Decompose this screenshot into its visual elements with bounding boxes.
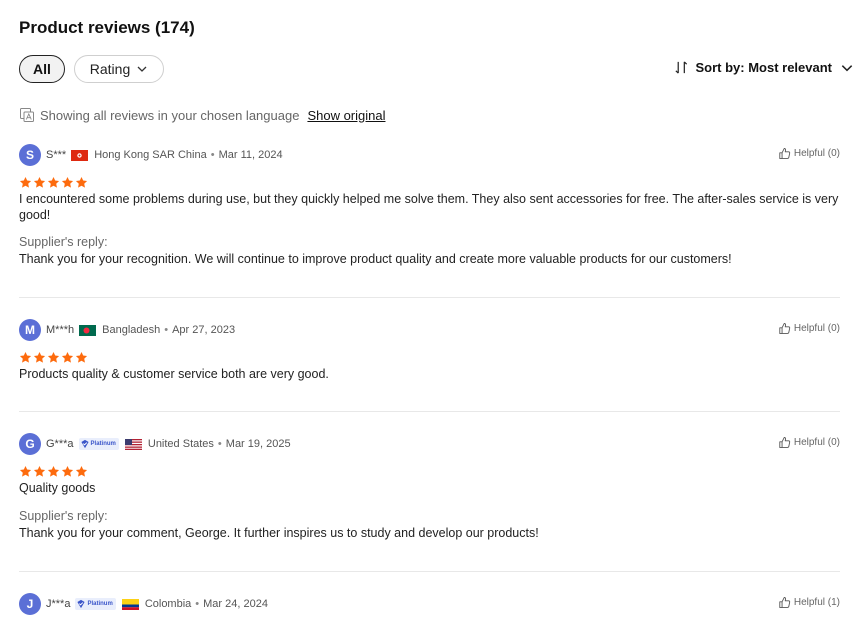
avatar: S <box>19 144 41 166</box>
review-text: Quality goods <box>19 481 96 495</box>
star-icon <box>47 351 60 364</box>
united-states-flag-icon <box>124 438 142 450</box>
chevron-down-icon <box>841 64 853 71</box>
review-date: Mar 24, 2024 <box>203 598 268 610</box>
translate-icon <box>20 108 34 122</box>
filter-all-button[interactable]: All <box>19 55 65 83</box>
star-icon <box>33 351 46 364</box>
star-icon <box>75 465 88 478</box>
reviewer-name: J***a <box>46 598 71 610</box>
review-header: J J***a Platinum Colombia • Mar 24, 2024… <box>19 592 840 616</box>
chevron-down-icon <box>137 66 147 72</box>
reviewer-country: Hong Kong SAR China <box>94 149 207 161</box>
filter-all-label: All <box>33 61 51 77</box>
star-icon <box>47 176 60 189</box>
star-icon <box>33 465 46 478</box>
review-item: M M***h Bangladesh • Apr 27, 2023 Helpfu… <box>19 318 840 383</box>
star-icon <box>61 465 74 478</box>
star-icon <box>61 176 74 189</box>
separator-dot: • <box>164 324 169 336</box>
thumbs-up-icon <box>778 322 791 335</box>
review-header: S S*** Hong Kong SAR China • Mar 11, 202… <box>19 143 840 167</box>
colombia-flag-icon <box>121 598 139 610</box>
star-icon <box>75 176 88 189</box>
reviewer-country: Bangladesh <box>102 324 161 336</box>
star-icon <box>19 465 32 478</box>
page-title: Product reviews (174) <box>19 18 195 37</box>
star-icon <box>61 351 74 364</box>
divider <box>19 297 840 298</box>
helpful-count: Helpful (0) <box>793 148 840 159</box>
review-header: G G***a Platinum United States • Mar 19,… <box>19 432 840 456</box>
helpful-count: Helpful (1) <box>793 597 840 608</box>
bangladesh-flag-icon <box>79 324 97 336</box>
reviewer-name: S*** <box>46 149 67 161</box>
star-rating <box>19 465 840 479</box>
review-text: Products quality & customer service both… <box>19 367 329 381</box>
badge-label: Platinum <box>90 441 116 447</box>
review-item: J J***a Platinum Colombia • Mar 24, 2024… <box>19 592 840 616</box>
avatar: G <box>19 433 41 455</box>
separator-dot: • <box>210 149 215 161</box>
sort-label: Sort by: Most relevant <box>695 60 832 75</box>
show-original-link[interactable]: Show original <box>307 108 385 123</box>
review-item: S S*** Hong Kong SAR China • Mar 11, 202… <box>19 143 840 266</box>
shield-check-icon <box>80 439 90 449</box>
star-rating <box>19 351 840 365</box>
supplier-reply-label: Supplier's reply: <box>19 235 108 249</box>
platinum-badge: Platinum <box>75 598 116 610</box>
review-date: Apr 27, 2023 <box>172 324 236 336</box>
sort-icon <box>675 61 688 74</box>
helpful-button[interactable]: Helpful (0) <box>778 147 840 160</box>
language-notice-text: Showing all reviews in your chosen langu… <box>40 107 300 123</box>
review-text: I encountered some problems during use, … <box>19 192 839 222</box>
helpful-button[interactable]: Helpful (0) <box>778 436 840 449</box>
star-icon <box>19 176 32 189</box>
review-date: Mar 11, 2024 <box>218 149 283 161</box>
star-icon <box>33 176 46 189</box>
supplier-reply-text: Thank you for your comment, George. It f… <box>19 525 539 540</box>
thumbs-up-icon <box>778 596 791 609</box>
shield-check-icon <box>76 599 86 609</box>
separator-dot: • <box>217 438 222 450</box>
star-rating <box>19 176 840 190</box>
divider <box>19 571 840 572</box>
thumbs-up-icon <box>778 436 791 449</box>
divider <box>19 411 840 412</box>
platinum-badge: Platinum <box>78 438 119 450</box>
sort-dropdown[interactable]: Sort by: Most relevant <box>674 60 853 75</box>
avatar: J <box>19 593 41 615</box>
filter-bar: All Rating <box>19 55 164 83</box>
helpful-count: Helpful (0) <box>793 437 840 448</box>
filter-rating-dropdown[interactable]: Rating <box>74 55 164 83</box>
review-date: Mar 19, 2025 <box>225 438 291 450</box>
helpful-count: Helpful (0) <box>793 323 840 334</box>
review-header: M M***h Bangladesh • Apr 27, 2023 Helpfu… <box>19 318 840 342</box>
reviewer-name: G***a <box>46 438 74 450</box>
helpful-button[interactable]: Helpful (0) <box>778 322 840 335</box>
language-notice: Showing all reviews in your chosen langu… <box>19 107 385 123</box>
separator-dot: • <box>195 598 200 610</box>
filter-rating-label: Rating <box>89 61 131 77</box>
reviewer-name: M***h <box>46 324 75 336</box>
review-item: G G***a Platinum United States • Mar 19,… <box>19 432 840 540</box>
hong-kong-flag-icon <box>71 149 89 161</box>
reviewer-country: Colombia <box>144 598 192 610</box>
star-icon <box>47 465 60 478</box>
star-icon <box>19 351 32 364</box>
supplier-reply-text: Thank you for your recognition. We will … <box>19 252 732 266</box>
avatar: M <box>19 319 41 341</box>
supplier-reply-label: Supplier's reply: <box>19 508 108 523</box>
thumbs-up-icon <box>778 147 791 160</box>
helpful-button[interactable]: Helpful (1) <box>778 596 840 609</box>
badge-label: Platinum <box>87 601 113 607</box>
reviewer-country: United States <box>147 438 214 450</box>
star-icon <box>75 351 88 364</box>
